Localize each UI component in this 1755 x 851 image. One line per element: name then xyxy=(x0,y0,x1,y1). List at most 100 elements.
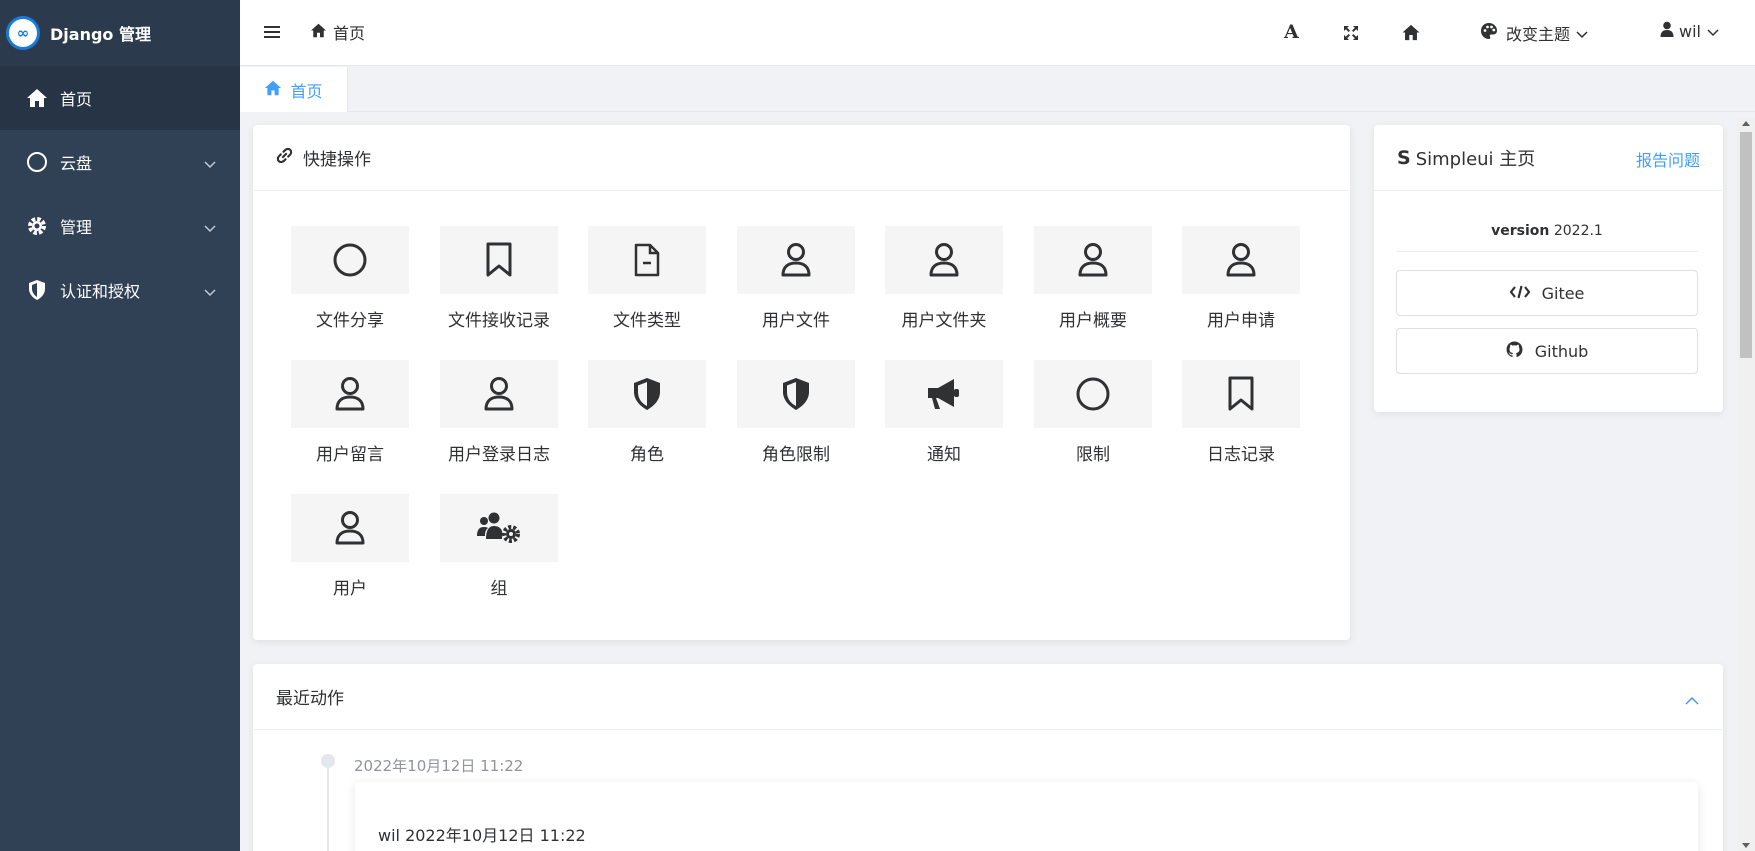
version-info: version 2022.1 xyxy=(1396,223,1698,252)
menu-toggle-icon[interactable] xyxy=(264,24,280,43)
quick-action-label: 用户文件夹 xyxy=(901,311,987,331)
quick-action-label: 文件接收记录 xyxy=(448,311,550,331)
shield-icon xyxy=(26,279,48,301)
gear-icon xyxy=(26,215,48,237)
quick-action-label: 用户留言 xyxy=(316,445,384,465)
theme-label: 改变主题 xyxy=(1506,25,1571,44)
user-icon xyxy=(737,226,855,294)
chevron-up-icon[interactable] xyxy=(1685,690,1699,710)
recent-actions-card: 最近动作 2022年10月12日 11:22 wil 2022年10月12日 1… xyxy=(253,664,1723,851)
user-menu[interactable]: wil xyxy=(1660,21,1724,41)
chevron-down-icon xyxy=(1707,22,1724,41)
app-logo[interactable]: ∞ Django 管理 xyxy=(0,0,240,66)
home-icon xyxy=(264,80,290,100)
scroll-up-icon[interactable] xyxy=(1742,121,1750,126)
timeline-line xyxy=(327,754,329,851)
quick-action-user[interactable]: 用户 xyxy=(276,494,424,599)
user-icon xyxy=(291,494,409,562)
timeline-entry: wil 2022年10月12日 11:22 xyxy=(355,782,1698,851)
sidebar-item-auth[interactable]: 认证和授权 xyxy=(0,258,240,322)
quick-action-notice[interactable]: 通知 xyxy=(870,360,1018,465)
user-icon xyxy=(291,360,409,428)
gitee-button[interactable]: Gitee xyxy=(1396,270,1698,316)
circle-icon xyxy=(1034,360,1152,428)
quick-action-label: 用户申请 xyxy=(1207,311,1275,331)
version-value: 2022.1 xyxy=(1553,223,1603,239)
link-icon xyxy=(276,147,303,169)
quick-action-user-folder[interactable]: 用户文件夹 xyxy=(870,226,1018,331)
palette-icon xyxy=(1480,22,1506,44)
card-title: 快捷操作 xyxy=(303,150,371,170)
quick-action-file-type[interactable]: 文件类型 xyxy=(573,226,721,331)
tab-label: 首页 xyxy=(290,81,323,101)
quick-action-user-apply[interactable]: 用户申请 xyxy=(1167,226,1315,331)
page-scrollbar[interactable] xyxy=(1737,118,1755,851)
card-title: Simpleui 主页 xyxy=(1415,148,1536,170)
chevron-down-icon xyxy=(1576,24,1596,43)
quick-action-role-limit[interactable]: 角色限制 xyxy=(722,360,870,465)
home-icon xyxy=(26,87,48,109)
font-size-icon[interactable]: A xyxy=(1284,21,1299,43)
user-icon xyxy=(1182,226,1300,294)
quick-action-user-message[interactable]: 用户留言 xyxy=(276,360,424,465)
card-title: 最近动作 xyxy=(276,689,344,709)
breadcrumb-home[interactable]: 首页 xyxy=(333,20,365,44)
quick-action-role[interactable]: 角色 xyxy=(573,360,721,465)
bookmark-icon xyxy=(1182,360,1300,428)
timeline-entry-text: wil 2022年10月12日 11:22 xyxy=(378,826,586,845)
file-icon xyxy=(588,226,706,294)
sidebar-item-home[interactable]: 首页 xyxy=(0,66,240,130)
tabs-bar: 首页 xyxy=(240,67,1755,112)
scroll-down-icon[interactable] xyxy=(1742,843,1750,848)
quick-action-log[interactable]: 日志记录 xyxy=(1167,360,1315,465)
timeline-timestamp: 2022年10月12日 11:22 xyxy=(354,757,524,775)
bookmark-icon xyxy=(440,226,558,294)
scrollbar-thumb[interactable] xyxy=(1740,132,1752,358)
sidebar-item-label: 认证和授权 xyxy=(60,282,141,301)
quick-action-label: 文件类型 xyxy=(613,311,681,331)
quick-action-limit[interactable]: 限制 xyxy=(1019,360,1167,465)
circle-icon xyxy=(291,226,409,294)
quick-action-label: 通知 xyxy=(927,445,961,465)
version-label: version xyxy=(1491,223,1550,239)
theme-switcher[interactable]: 改变主题 xyxy=(1480,21,1596,45)
sidebar-item-label: 管理 xyxy=(60,218,93,237)
home-icon[interactable] xyxy=(1401,24,1421,45)
code-icon xyxy=(1509,284,1542,303)
home-icon xyxy=(310,23,333,42)
logo-icon: ∞ xyxy=(6,16,40,50)
user-icon xyxy=(440,360,558,428)
quick-action-label: 用户文件 xyxy=(762,311,830,331)
quick-action-group[interactable]: 组 xyxy=(425,494,573,599)
tab-home[interactable]: 首页 xyxy=(240,67,348,112)
quick-action-login-log[interactable]: 用户登录日志 xyxy=(425,360,573,465)
quick-action-file-receive[interactable]: 文件接收记录 xyxy=(425,226,573,331)
quick-action-label: 用户登录日志 xyxy=(448,445,550,465)
sidebar-item-cloud[interactable]: 云盘 xyxy=(0,130,240,194)
simpleui-card: S Simpleui 主页 报告问题 version 2022.1 Gitee … xyxy=(1374,125,1723,412)
app-title: Django 管理 xyxy=(50,25,151,44)
user-name: wil xyxy=(1679,21,1701,41)
sidebar: ∞ Django 管理 首页 云盘 管理 认证和授权 xyxy=(0,0,240,851)
fullscreen-icon[interactable] xyxy=(1343,25,1359,45)
quick-action-label: 限制 xyxy=(1076,445,1110,465)
sidebar-item-manage[interactable]: 管理 xyxy=(0,194,240,258)
github-icon xyxy=(1506,341,1535,362)
quick-action-label: 文件分享 xyxy=(316,311,384,331)
simpleui-logo-icon: S xyxy=(1397,146,1411,169)
quick-action-label: 日志记录 xyxy=(1207,445,1275,465)
timeline-dot xyxy=(321,754,335,768)
quick-action-label: 组 xyxy=(490,579,508,599)
chevron-down-icon xyxy=(204,218,216,237)
report-issue-link[interactable]: 报告问题 xyxy=(1636,147,1700,171)
users-cog-icon xyxy=(440,494,558,562)
quick-action-user-file[interactable]: 用户文件 xyxy=(722,226,870,331)
quick-action-file-share[interactable]: 文件分享 xyxy=(276,226,424,331)
github-button[interactable]: Github xyxy=(1396,328,1698,374)
bullhorn-icon xyxy=(885,360,1003,428)
quick-actions-card: 快捷操作 文件分享 文件接收记录 文件类型 用户文件 用户文件夹 用户概要 用户… xyxy=(253,125,1350,640)
user-icon xyxy=(1034,226,1152,294)
quick-action-user-summary[interactable]: 用户概要 xyxy=(1019,226,1167,331)
simpleui-title-group: S Simpleui 主页 xyxy=(1397,145,1535,171)
quick-action-label: 用户概要 xyxy=(1059,311,1127,331)
